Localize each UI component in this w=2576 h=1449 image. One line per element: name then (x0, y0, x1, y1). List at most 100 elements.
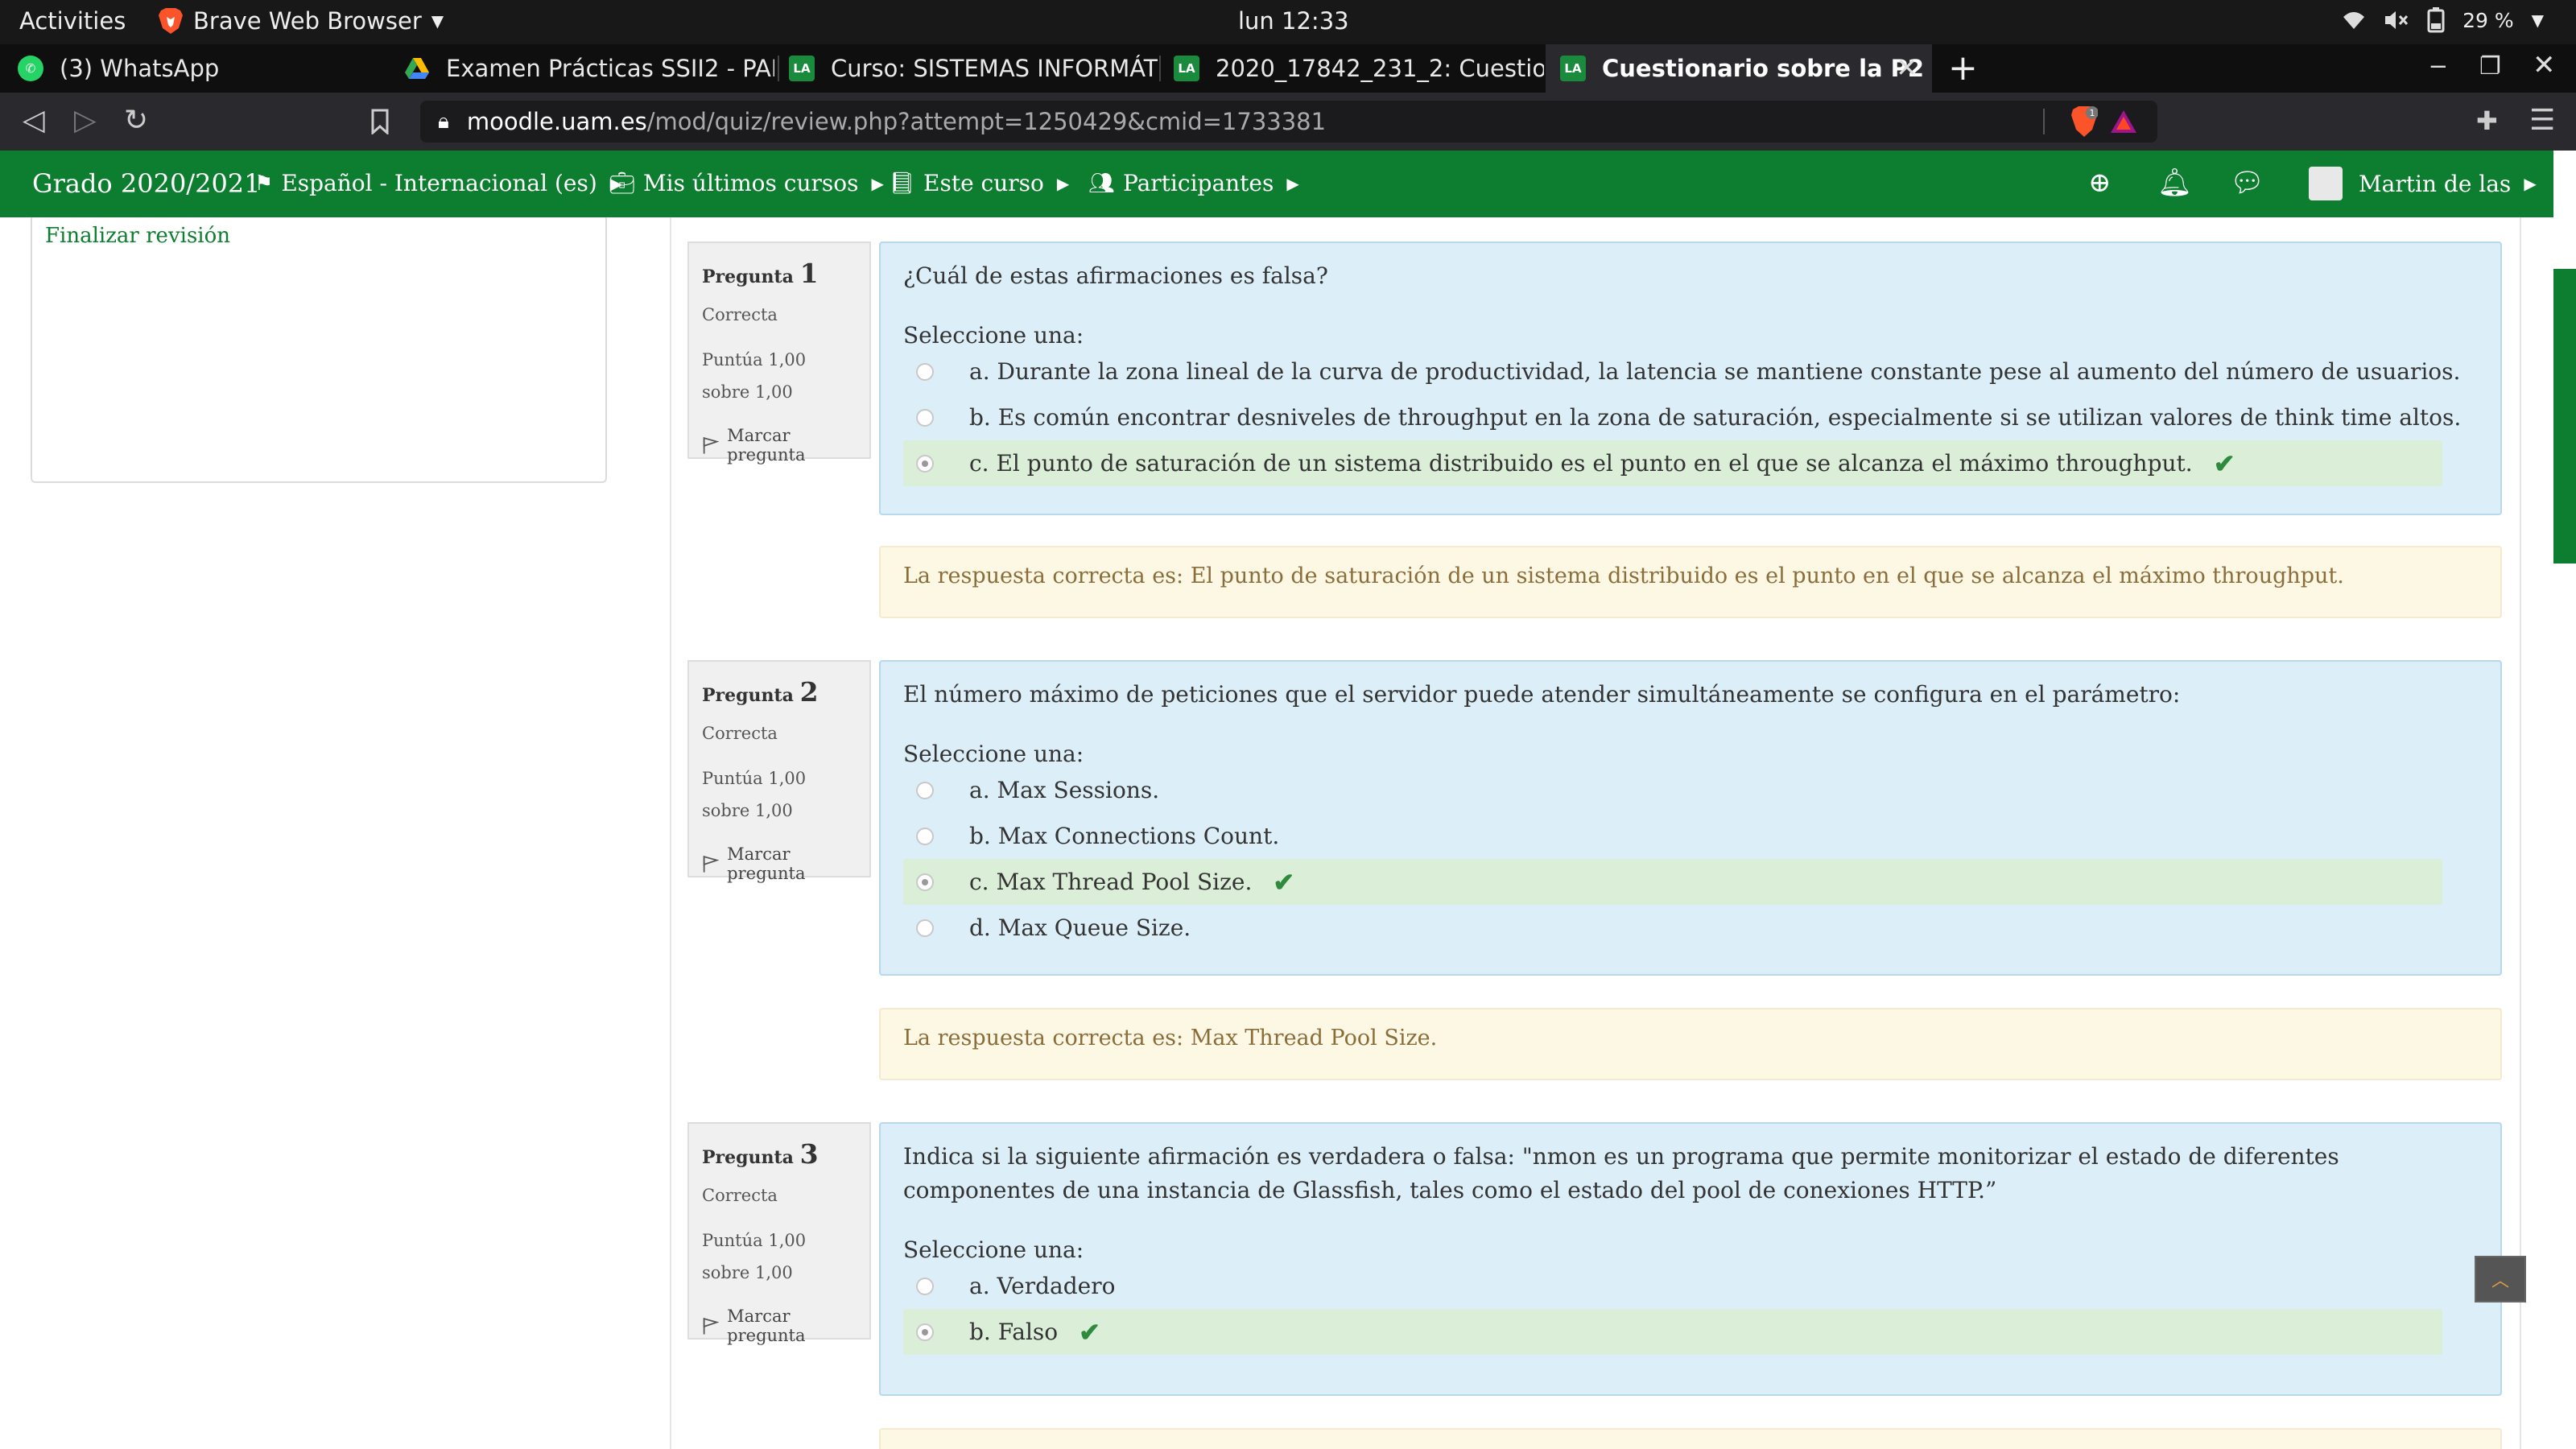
reload-icon[interactable]: ↻ (124, 104, 148, 137)
answer-option-correct[interactable]: b. Falso ✔ (903, 1309, 2442, 1355)
caret-right-icon: ▶ (1286, 173, 1299, 193)
book-icon: 📘︎ (889, 171, 916, 196)
radio-button[interactable] (916, 409, 934, 427)
radio-button[interactable] (916, 1278, 934, 1295)
site-brand[interactable]: Grado 2020/2021 (32, 168, 261, 199)
participants-label: Participantes (1123, 170, 1274, 196)
moodle-navbar: Grado 2020/2021 ⚑ Español - Internaciona… (0, 151, 2553, 217)
whatsapp-icon: ✆ (18, 56, 43, 81)
question-3-info: Pregunta 3 Correcta Puntúa 1,00 sobre 1,… (687, 1122, 871, 1345)
answer-option[interactable]: d. Max Queue Size. (903, 905, 2478, 951)
question-2-feedback: La respuesta correcta es: Max Thread Poo… (879, 1008, 2502, 1080)
question-state: Correcta (702, 1186, 778, 1205)
url-divider (2043, 109, 2045, 134)
question-text: El número máximo de peticiones que el se… (903, 681, 2181, 708)
minimize-icon[interactable]: ‒ (2429, 49, 2447, 81)
quiz-navigation-block: Finalizar revisión (31, 217, 607, 483)
back-to-top-button[interactable]: ︿ (2475, 1256, 2526, 1302)
radio-button[interactable] (916, 828, 934, 845)
question-grade: Puntúa 1,00 sobre 1,00 (702, 350, 807, 402)
my-courses-menu[interactable]: 💼︎ Mis últimos cursos ▶ (609, 170, 884, 196)
participants-menu[interactable]: 👥︎ Participantes ▶ (1088, 170, 1299, 196)
tab-whatsapp[interactable]: ✆ (3) WhatsApp (3, 44, 382, 93)
page-scrollbar-thumb[interactable] (2553, 269, 2576, 564)
this-course-label: Este curso (923, 170, 1044, 196)
answer-option[interactable]: b. Es común encontrar desniveles de thro… (903, 394, 2478, 440)
radio-button-checked[interactable] (916, 873, 934, 891)
download-circle-icon[interactable]: ⊕ (2088, 167, 2112, 199)
lock-icon: 🔒︎ (438, 109, 449, 134)
answer-option[interactable]: b. Max Connections Count. (903, 813, 2478, 859)
battery-icon (2427, 7, 2445, 33)
question-state: Correcta (702, 305, 778, 324)
bell-icon[interactable]: 🔔︎ (2157, 167, 2192, 199)
answer-prompt: Seleccione una: (903, 741, 1084, 767)
avatar (2309, 167, 2343, 200)
app-menu[interactable]: Brave Web Browser ▼ (158, 7, 444, 35)
moodle-icon: LA (789, 56, 815, 81)
answer-option[interactable]: a. Durante la zona lineal de la curva de… (903, 349, 2478, 394)
restore-icon[interactable]: ❐ (2479, 52, 2501, 80)
close-tab-icon[interactable]: ✕ (1896, 52, 1918, 83)
url-bar[interactable]: 🔒︎ moodle.uam.es/mod/quiz/review.php?att… (420, 101, 2157, 142)
radio-button[interactable] (916, 782, 934, 799)
tab-cuestionario-2020[interactable]: LA 2020_17842_231_2: Cuestiona (1159, 44, 1544, 93)
answer-option[interactable]: a. Verdadero (903, 1263, 2478, 1309)
question-2-content: El número máximo de peticiones que el se… (879, 660, 2502, 976)
language-menu[interactable]: ⚑ Español - Internacional (es) ▶ (254, 170, 622, 196)
question-number: Pregunta 2 (702, 676, 819, 708)
answer-option[interactable]: a. Max Sessions. (903, 767, 2478, 813)
tab-examen[interactable]: Examen Prácticas SSII2 - PART (390, 44, 774, 93)
battery-percent: 29 % (2462, 8, 2514, 32)
brave-shield-icon[interactable]: 1 (2070, 105, 2098, 138)
shield-count: 1 (2090, 108, 2095, 118)
new-tab-button[interactable]: + (1948, 47, 1978, 89)
flag-question-button[interactable]: Marcar pregunta (702, 1307, 857, 1345)
briefcase-icon: 💼︎ (609, 171, 636, 196)
brave-rewards-icon[interactable] (2109, 109, 2138, 134)
finish-review-link[interactable]: Finalizar revisión (45, 224, 230, 248)
chevron-up-icon: ︿ (2491, 1271, 2509, 1291)
checkmark-icon: ✔ (1273, 866, 1295, 898)
flag-question-button[interactable]: Marcar pregunta (702, 844, 857, 883)
app-name: Brave Web Browser (193, 7, 422, 35)
tab-curso[interactable]: LA Curso: SISTEMAS INFORMÁTIC (774, 44, 1158, 93)
activities-button[interactable]: Activities (19, 7, 126, 35)
this-course-menu[interactable]: 📘︎ Este curso ▶ (889, 170, 1069, 196)
radio-button[interactable] (916, 363, 934, 381)
question-text: ¿Cuál de estas afirmaciones es falsa? (903, 262, 1328, 289)
answer-prompt: Seleccione una: (903, 1236, 1084, 1263)
flag-question-button[interactable]: Marcar pregunta (702, 426, 857, 464)
clock[interactable]: lun 12:33 (1238, 7, 1349, 35)
language-label: Español - Internacional (es) (281, 170, 597, 196)
answer-option-correct[interactable]: c. El punto de saturación de un sistema … (903, 440, 2442, 486)
question-3-content: Indica si la siguiente afirmación es ver… (879, 1122, 2502, 1396)
browser-toolbar: ◁ ▷ ↻ 🔒︎ moodle.uam.es/mod/quiz/review.p… (0, 93, 2576, 151)
forward-icon[interactable]: ▷ (74, 104, 97, 137)
flag-icon (703, 1318, 720, 1335)
radio-button[interactable] (916, 919, 934, 937)
moodle-icon: LA (1560, 56, 1586, 81)
question-grade: Puntúa 1,00 sobre 1,00 (702, 1231, 807, 1282)
close-window-icon[interactable]: ✕ (2533, 49, 2556, 81)
caret-right-icon: ▶ (1056, 173, 1070, 193)
bookmark-icon[interactable] (370, 109, 390, 134)
extensions-icon[interactable]: ✚ (2476, 105, 2498, 136)
checkmark-icon: ✔ (2213, 448, 2235, 479)
back-icon[interactable]: ◁ (23, 104, 45, 137)
chat-icon[interactable]: 💬︎ (2230, 167, 2264, 199)
system-tray[interactable]: 29 % ▼ (2342, 7, 2544, 33)
question-2-info: Pregunta 2 Correcta Puntúa 1,00 sobre 1,… (687, 660, 871, 883)
caret-right-icon: ▶ (2524, 174, 2537, 193)
radio-button-checked[interactable] (916, 455, 934, 473)
tab-cuestionario-p2[interactable]: LA Cuestionario sobre la P2 ✕ (1546, 44, 1932, 93)
checkmark-icon: ✔ (1079, 1316, 1100, 1348)
menu-icon[interactable]: ☰ (2529, 104, 2555, 137)
my-courses-label: Mis últimos cursos (643, 170, 859, 196)
page-content: Finalizar revisión Pregunta 1 Correcta P… (0, 217, 2553, 1449)
question-number: Pregunta 1 (702, 258, 819, 289)
answer-option-correct[interactable]: c. Max Thread Pool Size. ✔ (903, 859, 2442, 905)
radio-button-checked[interactable] (916, 1323, 934, 1341)
user-menu[interactable]: Martin de las ▶ (2309, 167, 2537, 200)
question-1-feedback: La respuesta correcta es: El punto de sa… (879, 546, 2502, 618)
